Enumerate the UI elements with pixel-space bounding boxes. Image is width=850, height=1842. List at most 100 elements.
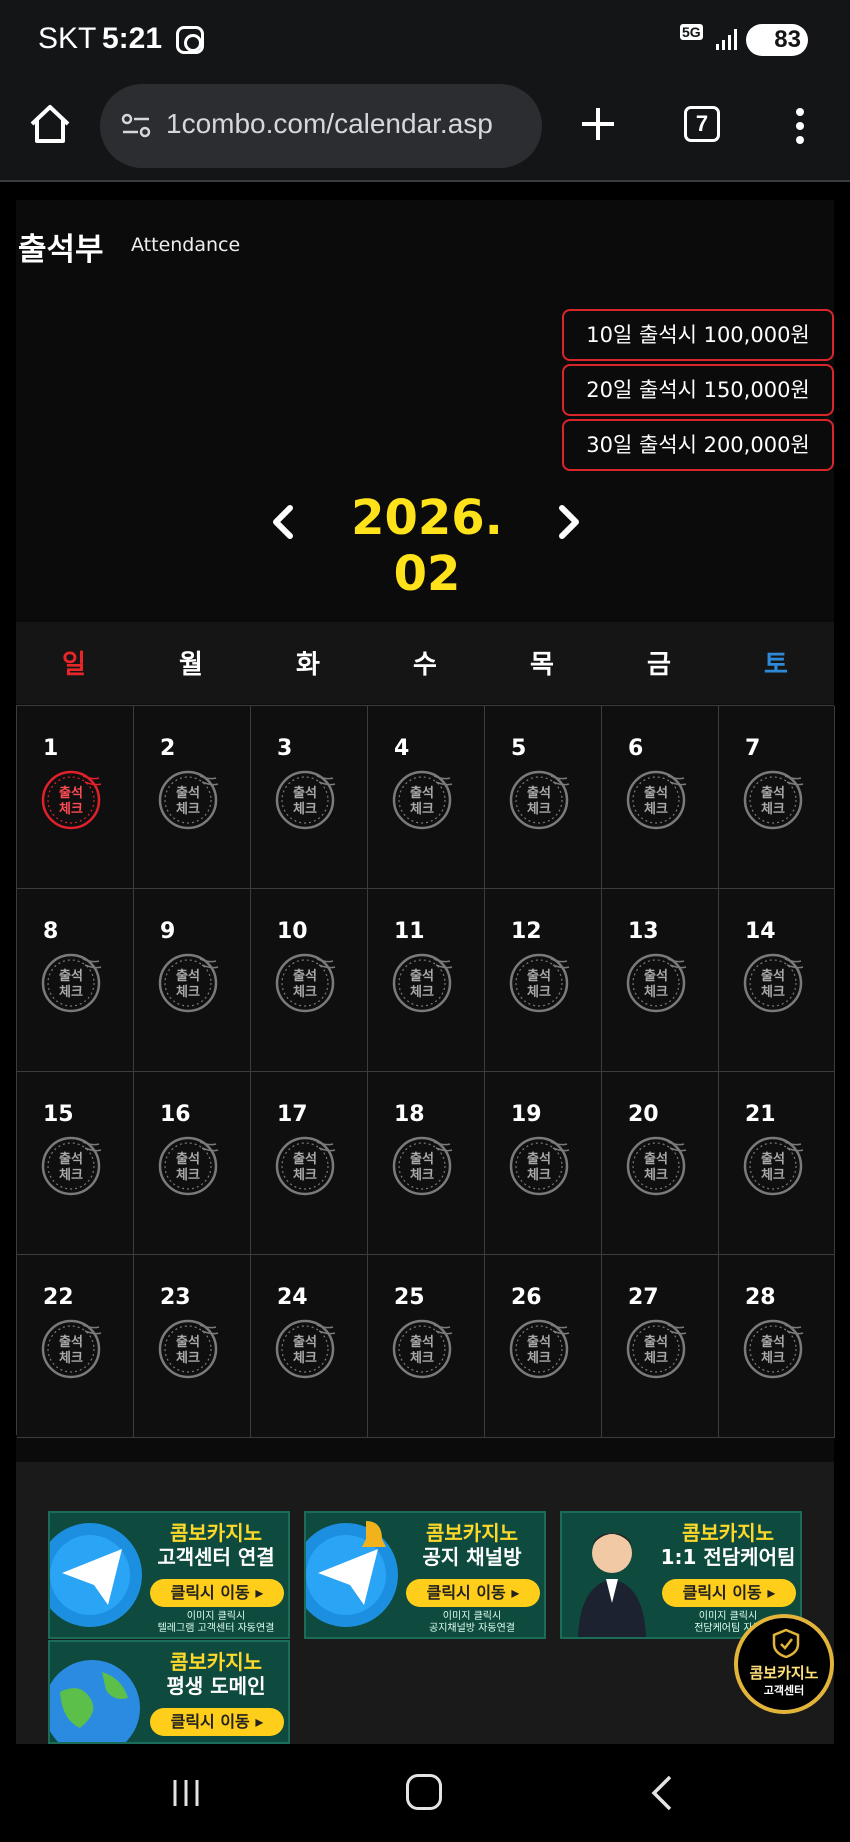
calendar-day-cell[interactable]: 6 출석 체크	[602, 706, 719, 889]
calendar-day-cell[interactable]: 3 출석 체크	[251, 706, 368, 889]
current-month: 2026. 02	[351, 490, 503, 602]
browser-toolbar: 1combo.com/calendar.asp 7	[0, 80, 850, 182]
banner-title: 콤보카지노	[170, 1521, 262, 1545]
day-number: 13	[628, 919, 659, 944]
svg-text:체크: 체크	[293, 1168, 317, 1183]
back-icon[interactable]	[650, 1774, 674, 1812]
banner-notice-channel[interactable]: 콤보카지노 공지 채널방 클릭시 이동 ▸ 이미지 클릭시 공지채널방 자동연결	[304, 1511, 546, 1639]
calendar-day-cell[interactable]: 23 출석 체크	[134, 1255, 251, 1438]
day-number: 9	[160, 919, 176, 944]
telegram-bell-icon	[306, 1521, 398, 1627]
day-number: 5	[511, 736, 527, 761]
signal-icon	[716, 29, 737, 50]
calendar-day-cell[interactable]: 25 출석 체크	[368, 1255, 485, 1438]
svg-text:출석: 출석	[176, 1151, 200, 1167]
svg-text:출석: 출석	[644, 785, 668, 801]
calendar-day-cell[interactable]: 5 출석 체크	[485, 706, 602, 889]
reward-30-days: 30일 출석시 200,000원	[562, 419, 834, 471]
day-number: 4	[394, 736, 410, 761]
recent-apps-icon[interactable]	[170, 1778, 202, 1808]
calendar-day-cell[interactable]: 15 출석 체크	[17, 1072, 134, 1255]
weekday-sun: 일	[62, 650, 86, 680]
banner-permanent-domain[interactable]: 콤보카지노 평생 도메인 클릭시 이동 ▸	[48, 1640, 290, 1744]
attendance-stamp-icon: 출석체크	[275, 1136, 336, 1196]
status-bar: SKT 5:21 5G 83	[0, 0, 850, 80]
svg-text:체크: 체크	[176, 1351, 200, 1366]
day-number: 8	[43, 919, 59, 944]
attendance-stamp-icon: 출석체크	[392, 1136, 453, 1196]
next-month-icon[interactable]	[554, 502, 584, 542]
attendance-stamp-icon: 출석체크	[626, 953, 687, 1013]
calendar-day-cell[interactable]: 26 출석 체크	[485, 1255, 602, 1438]
svg-text:체크: 체크	[59, 802, 83, 817]
svg-text:출석: 출석	[59, 1334, 83, 1350]
day-number: 17	[277, 1102, 308, 1127]
calendar-day-cell[interactable]: 11 출석 체크	[368, 889, 485, 1072]
calendar-day-cell[interactable]: 18 출석 체크	[368, 1072, 485, 1255]
more-menu-icon[interactable]	[790, 106, 810, 146]
banner-subtitle: 고객센터 연결	[157, 1545, 275, 1569]
battery-indicator: 83	[746, 24, 808, 56]
banner-button[interactable]: 클릭시 이동 ▸	[662, 1579, 796, 1607]
banner-button[interactable]: 클릭시 이동 ▸	[406, 1579, 540, 1607]
svg-text:체크: 체크	[59, 1351, 83, 1366]
banner-button[interactable]: 클릭시 이동 ▸	[150, 1579, 284, 1607]
svg-text:출석: 출석	[176, 785, 200, 801]
svg-text:출석: 출석	[644, 968, 668, 984]
calendar-day-cell[interactable]: 27 출석 체크	[602, 1255, 719, 1438]
banner-title: 콤보카지노	[426, 1521, 518, 1545]
calendar-day-cell[interactable]: 19 출석 체크	[485, 1072, 602, 1255]
day-number: 7	[745, 736, 761, 761]
weekday-header: 일 월 화 수 목 금 토	[16, 622, 834, 704]
calendar-day-cell[interactable]: 20 출석 체크	[602, 1072, 719, 1255]
calendar-day-cell[interactable]: 28 출석 체크	[719, 1255, 835, 1438]
site-settings-icon[interactable]	[120, 110, 152, 142]
calendar-day-cell[interactable]: 24 출석 체크	[251, 1255, 368, 1438]
attendance-stamp-icon: 출석체크	[509, 770, 570, 830]
new-tab-icon[interactable]	[578, 104, 618, 144]
address-bar[interactable]: 1combo.com/calendar.asp	[100, 84, 542, 168]
calendar-day-cell[interactable]: 21 출석 체크	[719, 1072, 835, 1255]
home-icon[interactable]	[28, 102, 72, 146]
badge-label: 고객센터	[763, 1684, 805, 1697]
calendar-day-cell[interactable]: 8 출석 체크	[17, 889, 134, 1072]
system-navigation-bar	[0, 1744, 850, 1842]
svg-text:출석: 출석	[293, 1151, 317, 1167]
calendar-day-cell[interactable]: 13 출석 체크	[602, 889, 719, 1072]
banner-title: 콤보카지노	[682, 1521, 774, 1545]
banner-note: 이미지 클릭시 텔레그램 고객센터 자동연결	[157, 1611, 275, 1634]
calendar-day-cell[interactable]: 7 출석 체크	[719, 706, 835, 889]
day-number: 19	[511, 1102, 542, 1127]
svg-text:출석: 출석	[293, 785, 317, 801]
svg-text:체크: 체크	[176, 985, 200, 1000]
calendar-day-cell[interactable]: 14 출석 체크	[719, 889, 835, 1072]
weekday-mon: 월	[179, 650, 203, 680]
svg-text:체크: 체크	[410, 802, 434, 817]
calendar-day-cell[interactable]: 22 출석 체크	[17, 1255, 134, 1438]
calendar-day-cell[interactable]: 4 출석 체크	[368, 706, 485, 889]
day-number: 10	[277, 919, 308, 944]
calendar-day-cell[interactable]: 16 출석 체크	[134, 1072, 251, 1255]
day-number: 28	[745, 1285, 776, 1310]
day-number: 11	[394, 919, 425, 944]
banner-button[interactable]: 클릭시 이동 ▸	[150, 1708, 284, 1736]
clock: 5:21	[102, 22, 163, 55]
calendar-day-cell[interactable]: 10 출석 체크	[251, 889, 368, 1072]
calendar-day-cell[interactable]: 9 출석 체크	[134, 889, 251, 1072]
day-number: 2	[160, 736, 176, 761]
weekday-tue: 화	[296, 650, 320, 680]
url-text[interactable]: 1combo.com/calendar.asp	[166, 108, 493, 140]
calendar-day-cell[interactable]: 17 출석 체크	[251, 1072, 368, 1255]
calendar-day-cell[interactable]: 1 출석 체크	[17, 706, 134, 889]
tab-switcher-button[interactable]: 7	[684, 106, 720, 142]
svg-text:체크: 체크	[176, 802, 200, 817]
customer-center-floating-button[interactable]: 콤보카지노 고객센터	[734, 1614, 834, 1714]
previous-month-icon[interactable]	[268, 502, 298, 542]
home-nav-button[interactable]	[406, 1774, 442, 1810]
svg-text:체크: 체크	[293, 802, 317, 817]
day-number: 25	[394, 1285, 425, 1310]
banner-customer-center[interactable]: 콤보카지노 고객센터 연결 클릭시 이동 ▸ 이미지 클릭시 텔레그램 고객센터 …	[48, 1511, 290, 1639]
svg-text:출석: 출석	[410, 968, 434, 984]
calendar-day-cell[interactable]: 12 출석 체크	[485, 889, 602, 1072]
calendar-day-cell[interactable]: 2 출석 체크	[134, 706, 251, 889]
